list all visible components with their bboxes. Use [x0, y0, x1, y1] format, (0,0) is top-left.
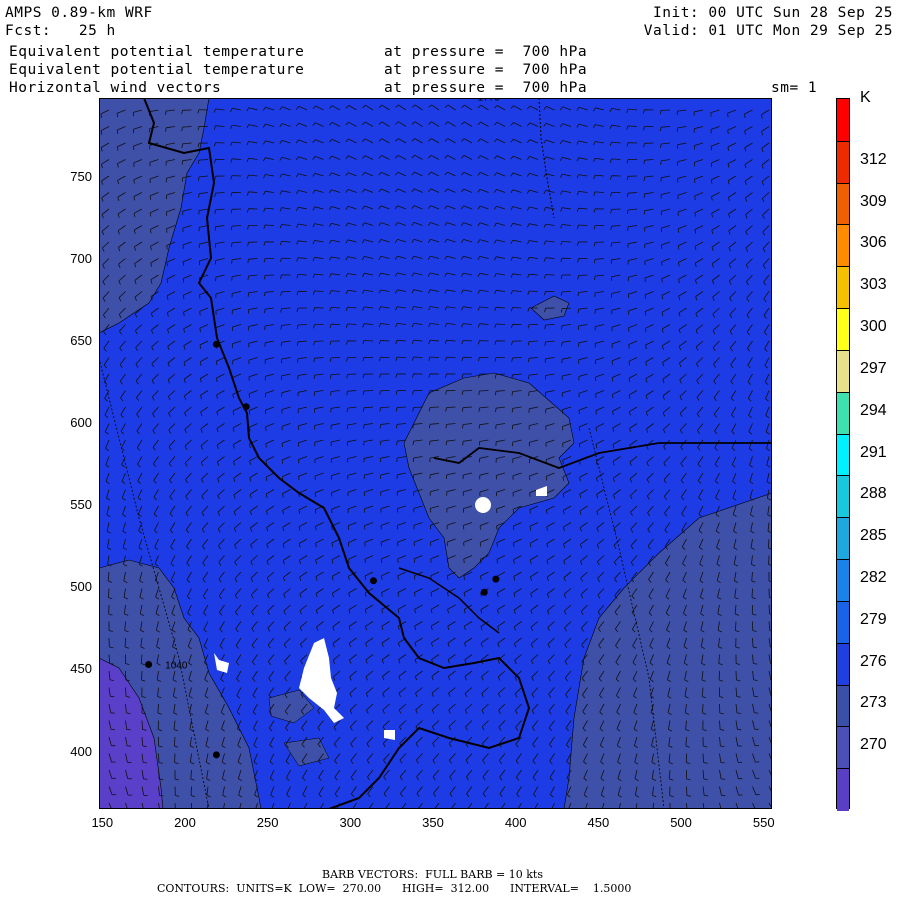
- colorbar-label: 303: [860, 276, 887, 294]
- colorbar-label: 294: [860, 401, 887, 419]
- y-tick-label: 450: [70, 661, 92, 677]
- colorbar-label: 276: [860, 652, 887, 670]
- colorbar-segment: [837, 600, 849, 645]
- forecast-hour: Fcst: 25 h: [5, 23, 116, 39]
- colorbar-label: 312: [860, 150, 887, 168]
- smoothing-label: sm= 1: [771, 80, 818, 96]
- colorbar-label: 282: [860, 568, 887, 586]
- y-tick-label: 750: [70, 168, 92, 184]
- colorbar-segment: [837, 726, 849, 770]
- colorbar-label: 309: [860, 192, 887, 210]
- x-tick-label: 250: [256, 815, 279, 830]
- colorbar-label: 297: [860, 359, 887, 377]
- station-dot: [480, 588, 488, 596]
- x-tick-label: 550: [752, 815, 775, 830]
- colorbar-label: 273: [860, 694, 887, 712]
- valid-time: Valid: 01 UTC Mon 29 Sep 25: [643, 23, 893, 39]
- colorbar-segment: [837, 99, 849, 142]
- colorbar-segment: [837, 349, 849, 394]
- map-canvas: 17751040: [99, 98, 772, 809]
- colorbar-segment: [837, 140, 849, 185]
- colorbar-segment: [837, 266, 849, 310]
- colorbar-label: 291: [860, 443, 887, 461]
- colorbar-label: 285: [860, 527, 887, 545]
- station-dot: [242, 403, 250, 411]
- y-tick-label: 550: [70, 497, 92, 513]
- x-tick-label: 400: [504, 815, 527, 830]
- y-tick-label: 500: [70, 579, 92, 595]
- field-2-name: Equivalent potential temperature: [9, 62, 305, 78]
- station-dot: [145, 661, 153, 669]
- colorbar-segment: [837, 684, 849, 728]
- colorbar-segment: [837, 517, 849, 561]
- station-dot: [212, 751, 220, 759]
- y-tick-label: 700: [70, 250, 92, 266]
- colorbar-segment: [837, 308, 849, 352]
- x-tick-label: 150: [91, 815, 114, 830]
- colorbar-segment: [837, 642, 849, 687]
- colorbar-label: 279: [860, 610, 887, 628]
- x-tick-label: 350: [422, 815, 444, 830]
- y-tick-label: 400: [70, 743, 92, 759]
- field-3-name: Horizontal wind vectors: [9, 80, 222, 96]
- model-title: AMPS 0.89-km WRF: [5, 5, 153, 21]
- field-1-name: Equivalent potential temperature: [9, 44, 305, 60]
- x-tick-label: 450: [587, 815, 610, 830]
- colorbar-segment: [837, 433, 849, 477]
- colorbar-segment: [837, 391, 849, 436]
- colorbar-label: 270: [860, 736, 887, 754]
- station-dot: [212, 340, 220, 348]
- station-dot: [492, 575, 500, 583]
- barb-legend: BARB VECTORS: FULL BARB = 10 kts: [322, 868, 543, 881]
- colorbar-unit: K: [860, 89, 871, 106]
- y-tick-label: 650: [70, 333, 92, 349]
- contour-legend: CONTOURS: UNITS=K LOW= 270.00 HIGH= 312.…: [157, 882, 632, 895]
- colorbar-segment: [837, 559, 849, 603]
- x-tick-label: 500: [670, 815, 692, 830]
- colorbar-segment: [837, 224, 849, 268]
- field-3-level: at pressure = 700 hPa: [384, 80, 588, 96]
- contour-label: 1040: [165, 661, 188, 672]
- field-1-level: at pressure = 700 hPa: [384, 44, 588, 60]
- y-tick-label: 600: [70, 415, 92, 431]
- station-dot: [369, 577, 377, 585]
- colorbar-segment: [837, 182, 849, 226]
- colorbar-label: 288: [860, 485, 887, 503]
- x-tick-label: 200: [174, 815, 196, 830]
- init-time: Init: 00 UTC Sun 28 Sep 25: [653, 5, 893, 21]
- colorbar-label: 300: [860, 318, 887, 336]
- missing-data-2: [475, 497, 491, 513]
- colorbar: [836, 98, 850, 812]
- colorbar-segment: [837, 768, 849, 812]
- colorbar-segment: [837, 475, 849, 519]
- x-tick-label: 300: [339, 815, 362, 830]
- colorbar-label: 306: [860, 234, 887, 252]
- field-2-level: at pressure = 700 hPa: [384, 62, 588, 78]
- map-panel: 17751040: [99, 98, 772, 809]
